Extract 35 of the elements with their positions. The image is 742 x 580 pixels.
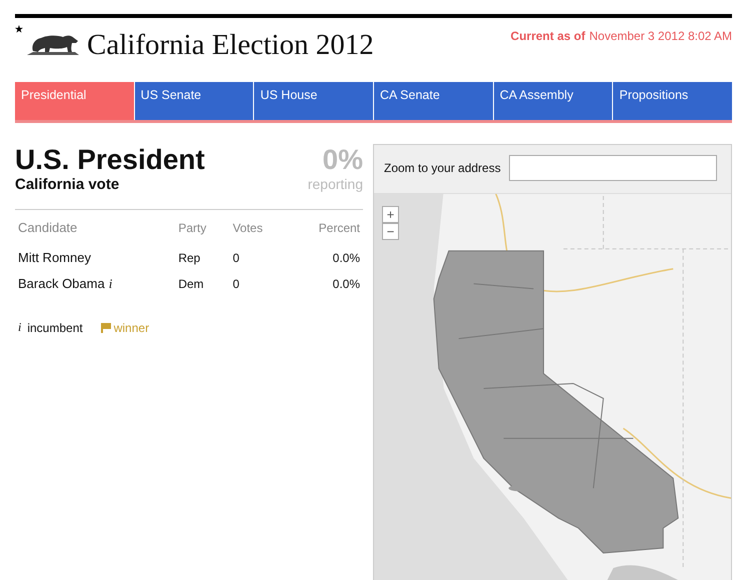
nav-tab[interactable]: CA Assembly [492, 82, 612, 120]
votes-cell-text: 0 [232, 276, 240, 293]
address-field[interactable] [508, 155, 717, 181]
address-label: Zoom to your address [384, 161, 501, 175]
column-header: Candidate [17, 219, 78, 237]
incumbent-mark: i [18, 320, 22, 335]
percent-cell-text: 0.0% [332, 276, 361, 293]
column-header: Votes [232, 220, 264, 236]
nav-tab[interactable]: Propositions [612, 82, 732, 120]
candidate-name: Barack Obama [18, 276, 105, 291]
party-cell-text: Rep [177, 250, 202, 266]
updated-time: November 3 2012 8:02 AM [589, 29, 732, 43]
star-icon [15, 25, 23, 33]
legend-label: winner [114, 320, 150, 334]
percent-cell-text: 0.0% [332, 250, 361, 266]
nav-tab[interactable]: CA Senate [373, 82, 493, 120]
candidate-name: Mitt Romney [18, 250, 91, 265]
party-cell-text: Dem [177, 276, 205, 293]
zoom-out-button[interactable]: − [382, 223, 399, 240]
legend-label: incumbent [27, 320, 83, 334]
incumbent-mark: i [108, 276, 112, 291]
nav-tab[interactable]: Presidential [15, 82, 134, 120]
reporting-label: reporting [308, 176, 363, 192]
updated-label: Current as of [510, 29, 586, 43]
column-header: Percent [318, 220, 361, 236]
reporting-percent: 0% [322, 144, 363, 176]
column-header: Party [177, 220, 208, 236]
votes-cell-text: 0 [232, 250, 240, 266]
site-title: California Election 2012 [87, 29, 374, 62]
flag-icon [100, 322, 111, 332]
race-subtitle: California vote [15, 176, 120, 193]
nav-tab[interactable]: US House [253, 82, 374, 120]
race-title: U.S. President [15, 144, 205, 176]
zoom-in-button[interactable]: + [382, 206, 399, 223]
nav-tab[interactable]: US Senate [134, 82, 254, 120]
